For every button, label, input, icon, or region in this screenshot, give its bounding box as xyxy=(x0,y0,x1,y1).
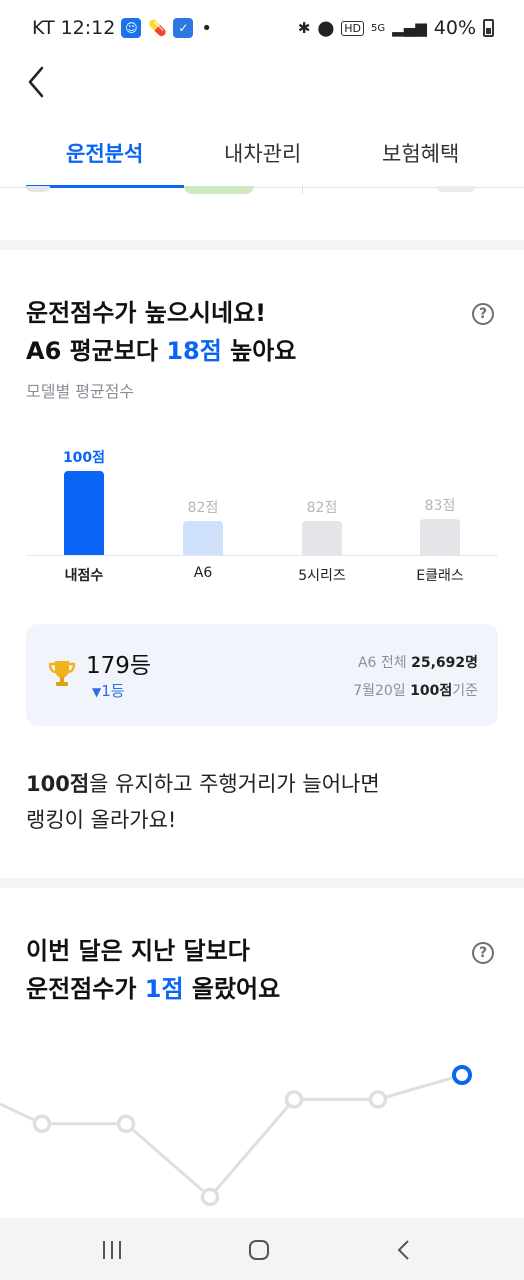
monthly-diff-highlight: 1점 xyxy=(144,975,184,1003)
tab-my-car[interactable]: 내차관리 xyxy=(224,138,301,168)
rank-value: 179등 xyxy=(86,653,152,679)
section-divider xyxy=(0,240,524,250)
line-point-2 xyxy=(200,1187,220,1207)
line-point-3 xyxy=(284,1090,304,1109)
bluetooth-icon: ✱ xyxy=(297,19,311,37)
network-type-icon: 5G xyxy=(371,22,386,34)
bar-value-label-3: 83점 xyxy=(424,498,456,514)
time-label: 12:12 xyxy=(60,17,116,39)
bar-1 xyxy=(183,521,223,555)
rank-change: ▼1등 xyxy=(92,680,125,701)
bar-value-label-2: 82점 xyxy=(306,500,338,516)
battery-percent: 40% xyxy=(433,17,476,39)
scrolled-content-peek xyxy=(0,186,524,194)
signal-icon: ▂▄▆ xyxy=(392,19,427,37)
bar-category-label-3: E클래스 xyxy=(416,568,464,584)
monthly-title-prefix: 운전점수가 xyxy=(26,975,145,1003)
rank-change-value: 1등 xyxy=(101,682,125,700)
line-point-0 xyxy=(32,1114,52,1134)
hd-icon: HD xyxy=(341,20,365,36)
basis-suffix: 기준 xyxy=(452,683,478,699)
total-label: A6 전체 xyxy=(357,655,412,671)
battery-icon xyxy=(483,19,494,37)
app-notification-icon: ☺ xyxy=(121,18,142,38)
basis-date: 7월20일 xyxy=(353,683,411,699)
more-notifications-icon: • xyxy=(201,17,212,39)
score-title-line2: A6 평균보다 18점 높아요 xyxy=(26,332,296,370)
monthly-title-suffix: 올랐어요 xyxy=(183,975,281,1003)
ranking-basis: 7월20일 100점기준 xyxy=(353,680,478,700)
score-diff-highlight: 18점 xyxy=(166,337,222,365)
trophy-icon xyxy=(48,661,76,686)
system-nav-bar xyxy=(0,1218,524,1280)
score-title: 운전점수가 높으시네요! A6 평균보다 18점 높아요 xyxy=(26,294,296,370)
line-segment-1 xyxy=(125,1122,211,1199)
chevron-left-icon xyxy=(28,66,44,98)
bar-category-label-1: A6 xyxy=(193,565,213,581)
nav-back-icon[interactable] xyxy=(396,1239,412,1261)
monthly-title: 이번 달은 지난 달보다 운전점수가 1점 올랐어요 xyxy=(26,932,280,1008)
home-icon[interactable] xyxy=(248,1239,270,1261)
chart-subtitle: 모델별 평균점수 xyxy=(26,382,135,401)
card-app-icon: ✓ xyxy=(173,18,194,38)
message-line1: 100점을 유지하고 주행거리가 늘어나면 xyxy=(26,766,380,802)
bar-value-label-0: 100점 xyxy=(62,450,106,466)
help-icon[interactable]: ? xyxy=(472,303,494,325)
bar-value-label-1: 82점 xyxy=(187,500,219,516)
tab-bar: 운전분석 내차관리 보험혜택 xyxy=(0,126,524,188)
line-point-4 xyxy=(368,1090,388,1109)
ranking-message: 100점을 유지하고 주행거리가 늘어나면 랭킹이 올라가요! xyxy=(26,766,380,838)
model-score-bar-chart: 100점내점수 82점 A6 82점 5시리즈 83점 E클래스 xyxy=(0,430,524,590)
chart-baseline xyxy=(26,555,498,556)
line-segment-2 xyxy=(208,1098,296,1198)
carrier-label: KT xyxy=(32,17,55,39)
line-point-5 xyxy=(452,1065,472,1085)
bar-category-label-0: 내점수 xyxy=(64,568,104,584)
ranking-card: 179등 ▼1등 A6 전체 25,692명 7월20일 100점기준 xyxy=(26,624,498,726)
line-point-1 xyxy=(116,1114,136,1134)
line-segment-4 xyxy=(377,1073,463,1101)
basis-score: 100점 xyxy=(410,683,453,699)
back-button[interactable] xyxy=(22,62,52,102)
recent-apps-icon[interactable] xyxy=(101,1240,123,1260)
bar-2 xyxy=(302,521,342,555)
message-highlight: 100점 xyxy=(26,772,90,796)
tab-driving-analysis[interactable]: 운전분석 xyxy=(66,138,143,168)
pill-icon: 💊 xyxy=(148,19,167,37)
section-divider-2 xyxy=(0,878,524,888)
total-drivers: A6 전체 25,692명 xyxy=(358,652,478,672)
total-count: 25,692명 xyxy=(411,655,478,671)
score-title-prefix: A6 평균보다 xyxy=(26,337,167,365)
monthly-score-line-chart xyxy=(0,1065,472,1207)
bar-0 xyxy=(64,471,104,555)
status-bar: KT 12:12 ☺ 💊 ✓ • ✱ ⬤ HD 5G ▂▄▆ 40% xyxy=(0,0,524,56)
bar-3 xyxy=(420,519,460,555)
message-line1-text: 을 유지하고 주행거리가 늘어나면 xyxy=(89,772,380,796)
score-title-line1: 운전점수가 높으시네요! xyxy=(26,299,267,327)
tab-insurance-benefits[interactable]: 보험혜택 xyxy=(382,138,459,168)
monthly-title-line1: 이번 달은 지난 달보다 xyxy=(26,937,250,965)
monthly-title-line2: 운전점수가 1점 올랐어요 xyxy=(26,970,280,1008)
down-triangle-icon: ▼ xyxy=(92,685,102,699)
score-title-suffix: 높아요 xyxy=(221,337,297,365)
message-line2: 랭킹이 올라가요! xyxy=(26,808,177,832)
location-icon: ⬤ xyxy=(317,19,335,37)
monthly-help-icon[interactable]: ? xyxy=(472,942,494,964)
bar-category-label-2: 5시리즈 xyxy=(298,568,346,584)
